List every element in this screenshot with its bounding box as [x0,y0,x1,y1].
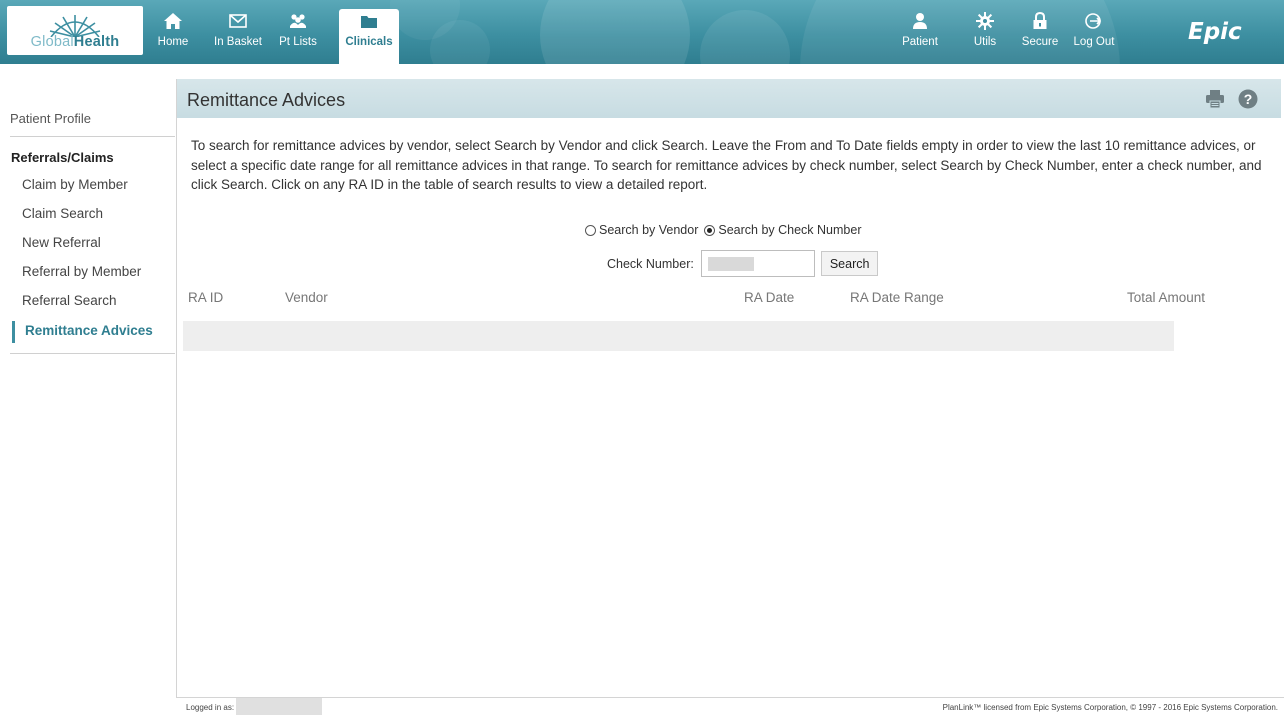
nav-patient-label: Patient [902,36,938,48]
print-icon[interactable] [1204,88,1226,110]
sidebar-divider [10,136,175,137]
help-icon[interactable]: ? [1237,88,1259,110]
nav-utils-label: Utils [973,36,997,48]
nav-log-out[interactable]: Log Out [1072,9,1116,57]
main-panel: Remittance Advices ? To search for remit… [176,79,1281,715]
column-header-ra-id[interactable]: RA ID [188,290,223,305]
globalhealth-logo[interactable]: GlobalHealth [7,6,143,55]
check-number-input[interactable] [700,250,815,277]
nav-in-basket-label: In Basket [214,36,262,48]
column-header-vendor[interactable]: Vendor [285,290,328,305]
column-header-ra-date[interactable]: RA Date [744,290,794,305]
column-header-total-amount[interactable]: Total Amount [1127,290,1205,305]
envelope-icon [229,14,247,28]
decorative-bubble [700,10,790,64]
sidebar-item-referral-by-member[interactable]: Referral by Member [22,264,141,279]
logo-text: GlobalHealth [30,34,120,50]
column-header-ra-date-range[interactable]: RA Date Range [850,290,944,305]
nav-clinicals-label: Clinicals [345,36,393,48]
table-row [183,321,1174,351]
search-by-vendor-radio[interactable] [585,224,596,236]
search-by-vendor-label[interactable]: Search by Vendor [599,223,698,237]
logged-in-label: Logged in as: [186,703,235,712]
results-table-header: RA ID Vendor RA Date RA Date Range Total… [177,290,1281,310]
people-icon [290,14,306,28]
nav-utils[interactable]: Utils [969,9,1001,57]
person-icon [913,13,927,29]
nav-patient[interactable]: Patient [898,9,942,57]
nav-home[interactable]: Home [155,9,191,57]
sidebar-item-new-referral[interactable]: New Referral [22,235,101,250]
footer: Logged in as: PlanLink™ licensed from Ep… [176,697,1284,715]
sidebar: Patient Profile Referrals/Claims Claim b… [0,64,176,715]
folder-icon [361,16,377,28]
nav-log-out-label: Log Out [1073,36,1115,48]
nav-clinicals[interactable]: Clinicals [339,9,399,64]
sidebar-item-referral-search[interactable]: Referral Search [22,293,117,308]
epic-logo: Epic [1188,19,1242,45]
check-number-label: Check Number: [607,256,694,271]
sidebar-item-remittance-advices[interactable]: Remittance Advices [12,321,153,343]
home-icon [164,13,182,29]
lock-icon [1033,11,1047,29]
logout-icon [1085,13,1102,29]
gear-icon [976,12,994,30]
page-title: Remittance Advices [187,90,346,110]
search-by-check-number-radio[interactable] [704,224,716,236]
decorative-bubble [540,0,690,64]
redacted-value [707,257,754,271]
nav-pt-lists-label: Pt Lists [279,36,317,48]
nav-pt-lists[interactable]: Pt Lists [276,9,320,57]
nav-secure[interactable]: Secure [1020,9,1060,57]
sidebar-item-patient-profile[interactable]: Patient Profile [10,111,91,126]
search-by-check-number-label[interactable]: Search by Check Number [718,223,861,237]
page-header: Remittance Advices ? [177,79,1281,118]
redacted-username [236,698,322,715]
svg-text:?: ? [1244,91,1253,107]
sidebar-section-referrals-claims: Referrals/Claims [11,150,114,165]
nav-in-basket[interactable]: In Basket [211,9,265,57]
top-navigation-bar: GlobalHealth Home In Basket Pt Lists Cli… [0,0,1284,64]
search-button[interactable]: Search [820,251,879,276]
instructions-text: To search for remittance advices by vend… [191,138,1262,192]
copyright-text: PlanLink™ licensed from Epic Systems Cor… [942,703,1278,712]
sidebar-divider [10,353,175,354]
nav-home-label: Home [157,36,189,48]
check-number-row: Check Number: Search [607,250,879,277]
search-mode-group: Search by Vendor Search by Check Number [585,223,868,237]
sidebar-item-claim-search[interactable]: Claim Search [22,206,103,221]
sidebar-item-claim-by-member[interactable]: Claim by Member [22,177,128,192]
nav-secure-label: Secure [1021,36,1059,48]
